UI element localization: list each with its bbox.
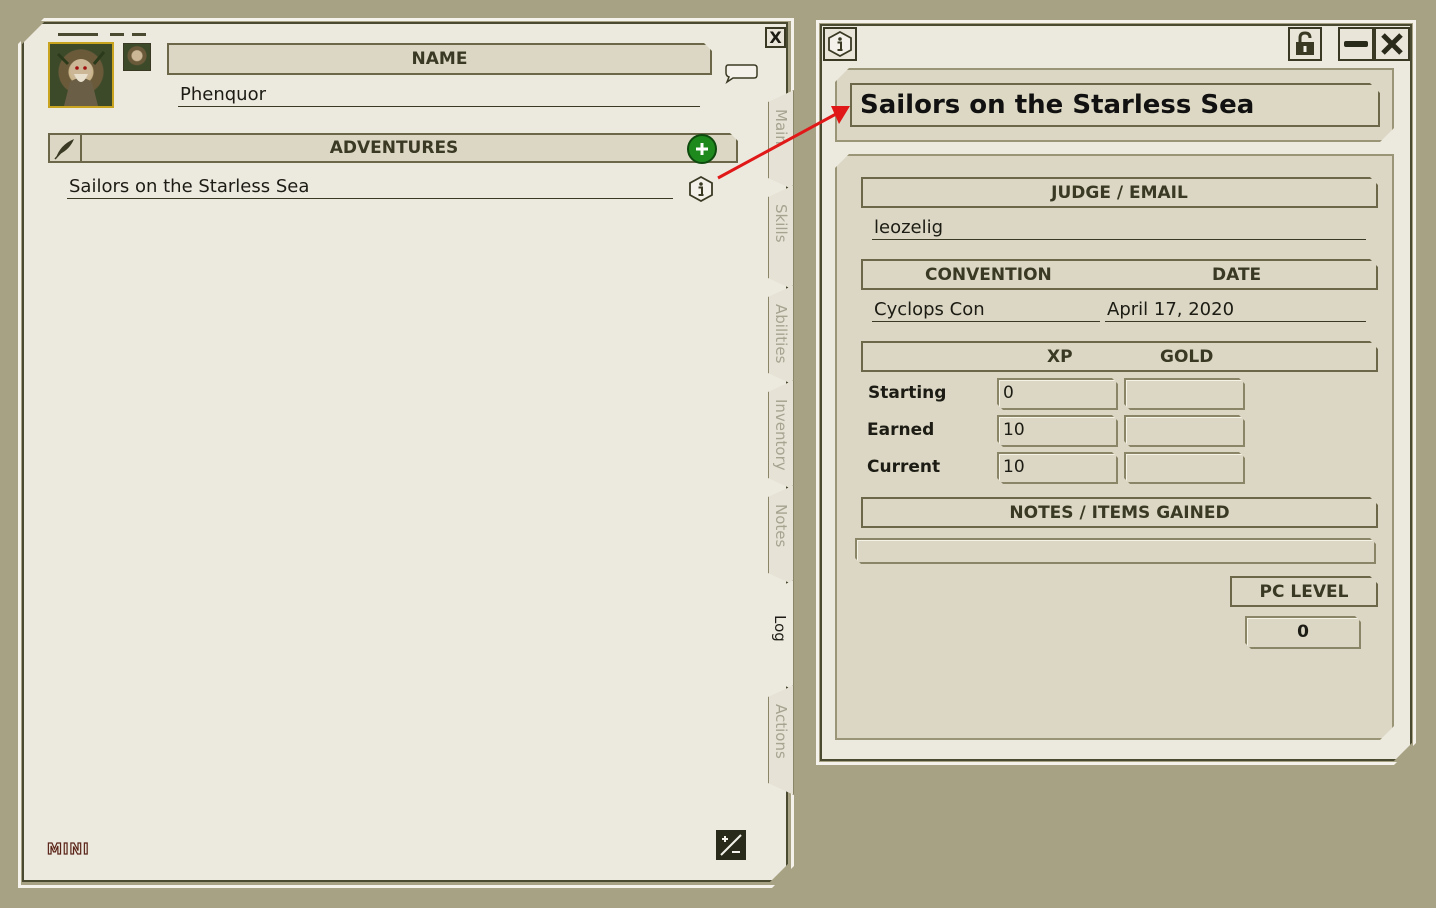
pc-level-value: 0 bbox=[1297, 622, 1309, 642]
tab-log[interactable]: Log bbox=[768, 580, 794, 690]
mini-label: MINI bbox=[46, 839, 90, 858]
info-icon bbox=[828, 31, 852, 57]
adventure-title-value: Sailors on the Starless Sea bbox=[860, 90, 1255, 120]
notes-field[interactable] bbox=[855, 538, 1376, 564]
starting-label: Starting bbox=[868, 383, 947, 403]
adventures-header: ADVENTURES bbox=[80, 133, 738, 163]
details-frame bbox=[835, 154, 1394, 740]
tab-skills[interactable]: Skills bbox=[768, 185, 794, 290]
adventures-header-label: ADVENTURES bbox=[329, 138, 459, 158]
portrait-figure-icon bbox=[56, 51, 106, 106]
tab-abilities[interactable]: Abilities bbox=[768, 285, 794, 385]
xp-gold-header: XP GOLD bbox=[861, 341, 1378, 372]
adventure-title: Sailors on the Starless Sea bbox=[69, 176, 310, 197]
character-portrait[interactable] bbox=[48, 42, 114, 108]
character-name-field[interactable]: Phenquor bbox=[178, 84, 700, 107]
close-icon: X bbox=[769, 28, 782, 47]
pc-level-header: PC LEVEL bbox=[1230, 576, 1378, 607]
convention-field[interactable]: Cyclops Con bbox=[872, 299, 1100, 322]
earned-xp-field[interactable]: 10 bbox=[997, 415, 1118, 447]
notes-header: NOTES / ITEMS GAINED bbox=[861, 497, 1378, 528]
judge-email-header: JUDGE / EMAIL bbox=[861, 177, 1378, 208]
character-token[interactable] bbox=[123, 43, 151, 71]
name-header: NAME bbox=[167, 43, 712, 75]
resize-icon[interactable] bbox=[716, 830, 746, 860]
judge-email-value: leozelig bbox=[874, 217, 944, 238]
tab-notes[interactable]: Notes bbox=[768, 485, 794, 585]
pc-level-field[interactable]: 0 bbox=[1245, 616, 1361, 649]
adventure-list-item[interactable]: Sailors on the Starless Sea bbox=[67, 176, 673, 199]
date-field[interactable]: April 17, 2020 bbox=[1105, 299, 1366, 322]
convention-value: Cyclops Con bbox=[874, 299, 985, 320]
lock-button[interactable] bbox=[1288, 27, 1322, 61]
current-label: Current bbox=[867, 457, 941, 477]
starting-gold-field[interactable] bbox=[1124, 378, 1245, 410]
minimize-button[interactable] bbox=[1338, 27, 1374, 61]
feather-icon bbox=[48, 133, 82, 163]
window-corner-decoration bbox=[58, 33, 146, 36]
close-icon bbox=[1381, 33, 1403, 55]
starting-xp-field[interactable]: 0 bbox=[997, 378, 1118, 410]
unlock-icon bbox=[1296, 31, 1314, 55]
convention-date-header: CONVENTION DATE bbox=[861, 259, 1378, 290]
character-name-value: Phenquor bbox=[180, 84, 266, 105]
current-xp-field[interactable]: 10 bbox=[997, 452, 1118, 484]
earned-gold-field[interactable] bbox=[1124, 415, 1245, 447]
adventure-title-field[interactable]: Sailors on the Starless Sea bbox=[850, 83, 1380, 127]
convention-header-label: CONVENTION bbox=[925, 264, 1052, 285]
tab-inventory[interactable]: Inventory bbox=[768, 380, 794, 490]
name-header-label: NAME bbox=[411, 49, 468, 69]
close-adventure-button[interactable] bbox=[1374, 27, 1410, 61]
tab-actions[interactable]: Actions bbox=[768, 685, 794, 795]
speak-icon[interactable] bbox=[724, 62, 758, 88]
mini-button[interactable]: MINI bbox=[46, 839, 90, 858]
date-header-label: DATE bbox=[1212, 264, 1262, 285]
annotation-arrow bbox=[717, 106, 850, 180]
earned-label: Earned bbox=[867, 420, 935, 440]
minimize-icon bbox=[1344, 41, 1368, 47]
close-button[interactable]: X bbox=[765, 27, 786, 48]
gold-header-label: GOLD bbox=[1160, 346, 1214, 367]
xp-header-label: XP bbox=[1047, 346, 1073, 367]
window-info-button[interactable] bbox=[823, 27, 857, 61]
judge-email-field[interactable]: leozelig bbox=[872, 217, 1366, 240]
date-value: April 17, 2020 bbox=[1107, 299, 1235, 320]
current-gold-field[interactable] bbox=[1124, 452, 1245, 484]
